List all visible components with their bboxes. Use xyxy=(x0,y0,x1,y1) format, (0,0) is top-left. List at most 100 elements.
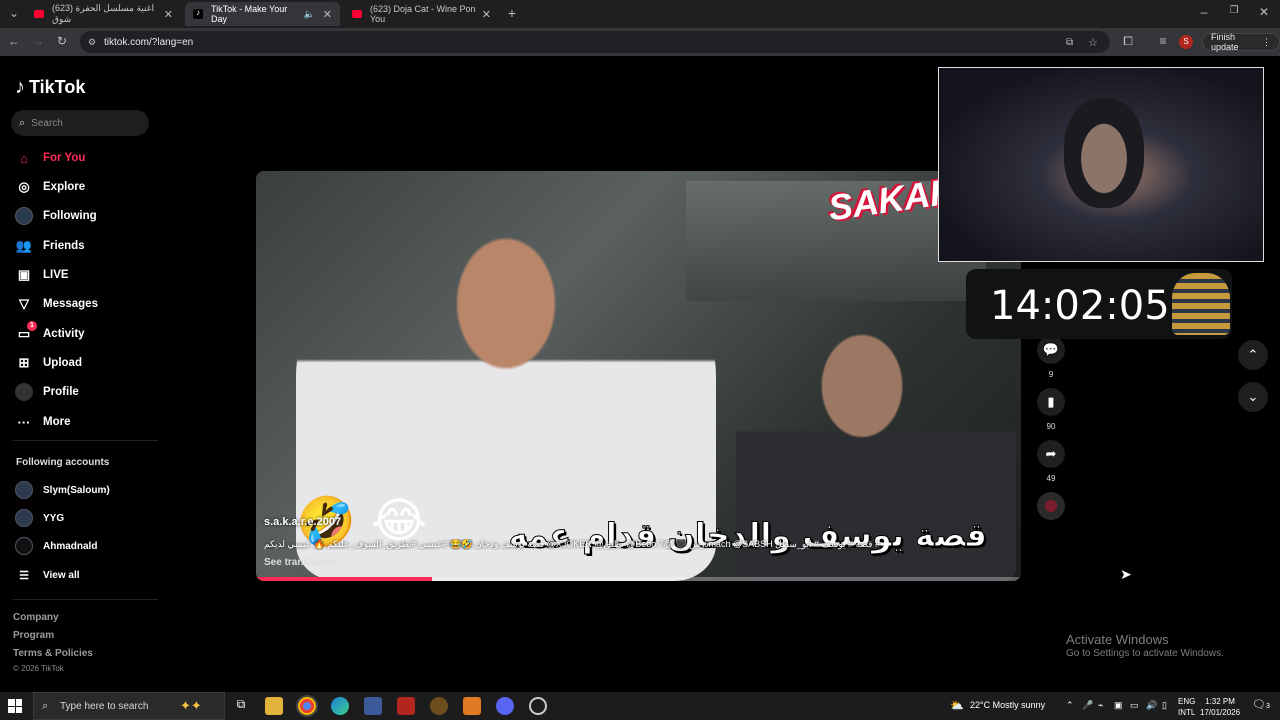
address-bar[interactable]: ⚙ tiktok.com/?lang=en ⧉ ☆ xyxy=(80,31,1110,53)
tiktok-logo[interactable]: ♪ TikTok xyxy=(15,76,85,99)
compass-icon: ◎ xyxy=(18,179,30,194)
nav-following[interactable]: Following xyxy=(15,206,97,226)
nav-profile[interactable]: Profile xyxy=(15,382,79,402)
nav-upload[interactable]: ⊞ Upload xyxy=(15,353,82,373)
avatar xyxy=(15,537,33,555)
notification-icon[interactable]: 🗨3 xyxy=(1252,698,1270,711)
nav-friends[interactable]: 👥 Friends xyxy=(15,236,85,256)
webcam-overlay xyxy=(938,67,1264,262)
video-progress-bar[interactable] xyxy=(256,577,1021,581)
extensions-icon[interactable]: ⧠ xyxy=(1120,34,1136,49)
nav-activity[interactable]: ▭ 1 Activity xyxy=(15,321,85,344)
account-item[interactable]: YYG xyxy=(15,508,64,528)
pharaoh-icon xyxy=(1172,273,1230,335)
app-icon[interactable] xyxy=(430,697,448,715)
nav-explore[interactable]: ◎ Explore xyxy=(15,177,85,197)
battery-icon[interactable]: ▯ xyxy=(1162,700,1167,711)
nav-live[interactable]: ▣ LIVE xyxy=(15,265,69,285)
close-tab-icon[interactable]: ✕ xyxy=(482,8,491,21)
task-view-icon[interactable]: ⧉ xyxy=(232,697,250,715)
obs-icon[interactable] xyxy=(529,697,547,715)
profile-avatar[interactable]: S xyxy=(1179,35,1193,49)
tray-icon[interactable]: ▣ xyxy=(1114,700,1123,711)
chevron-up-icon[interactable]: ⌃ xyxy=(1066,700,1074,711)
more-icon: ··· xyxy=(17,414,31,430)
chrome-icon[interactable] xyxy=(296,695,318,717)
webcam-subject xyxy=(1064,98,1144,208)
friends-icon: 👥 xyxy=(15,238,33,253)
weather-icon[interactable]: ⛅ xyxy=(950,699,964,712)
clock-overlay: 14:02:05 xyxy=(966,269,1232,339)
search-icon: ⌕ xyxy=(42,699,49,712)
close-window-icon[interactable]: ✕ xyxy=(1256,5,1272,19)
media-controls-icon[interactable]: ≡ xyxy=(1155,34,1171,48)
forward-icon[interactable]: → xyxy=(30,34,46,48)
footer-link-terms[interactable]: Terms & Policies xyxy=(13,648,93,659)
close-tab-icon[interactable]: ✕ xyxy=(164,8,173,21)
search-input[interactable]: ⌕ Search xyxy=(11,110,149,136)
nav-messages[interactable]: ▽ Messages xyxy=(15,294,98,314)
reload-icon[interactable]: ↻ xyxy=(54,34,70,48)
clock-date[interactable]: 1:32 PM 17/01/2026 xyxy=(1200,696,1240,718)
account-name: YYG xyxy=(43,512,65,524)
next-video-button[interactable]: ⌄ xyxy=(1238,382,1268,412)
bookmark-star-icon[interactable]: ☆ xyxy=(1088,36,1098,49)
share-icon[interactable]: ➦ xyxy=(1037,440,1065,468)
divider xyxy=(13,440,158,441)
taskbar-search-input[interactable]: ⌕ Type here to search ✦✦ xyxy=(33,692,225,720)
comment-action[interactable]: 💬 9 xyxy=(1037,336,1065,379)
network-icon[interactable]: ⌁ xyxy=(1098,700,1103,711)
weather-text[interactable]: 22°C Mostly sunny xyxy=(970,700,1045,710)
taskbar-search-placeholder: Type here to search xyxy=(60,700,149,712)
account-item[interactable]: Ahmadnald xyxy=(15,536,97,556)
activity-icon: ▭ 1 xyxy=(15,321,37,343)
language-code: ENG xyxy=(1178,697,1196,706)
avatar xyxy=(15,481,33,499)
nav-for-you[interactable]: ⌂ For You xyxy=(15,148,85,168)
nav-more[interactable]: ··· More xyxy=(15,412,71,432)
back-icon[interactable]: ← xyxy=(6,34,22,48)
search-highlight-icon: ✦✦ xyxy=(180,698,202,713)
search-icon: ⌕ xyxy=(19,116,26,129)
save-action[interactable]: ▮ 90 xyxy=(1037,388,1065,431)
share-action[interactable]: ➦ 49 xyxy=(1037,440,1065,483)
account-name: Ahmadnald xyxy=(43,540,98,552)
browser-tab-2[interactable]: ♪ TikTok - Make Your Day 🔈 ✕ xyxy=(185,2,340,26)
tab-search-icon[interactable]: ⌄ xyxy=(6,6,22,20)
music-disc-icon[interactable] xyxy=(1037,492,1065,520)
tray-icon[interactable]: ▭ xyxy=(1130,700,1139,711)
video-player[interactable]: SAKARE 🤣 😂 قصة يوسف والدخان قدام عمه s.a… xyxy=(256,171,1021,581)
nav-label: More xyxy=(43,416,71,428)
comment-icon[interactable]: 💬 xyxy=(1037,336,1065,364)
account-item[interactable]: Slym(Saloum) xyxy=(15,480,110,500)
new-tab-button[interactable]: + xyxy=(504,5,520,21)
restore-icon[interactable]: ❐ xyxy=(1226,5,1242,16)
video-author[interactable]: s.a.k.a.r.e.2007 xyxy=(264,516,341,528)
volume-icon[interactable]: 🔊 xyxy=(1146,700,1157,711)
app-icon[interactable] xyxy=(364,697,382,715)
activity-badge: 1 xyxy=(27,321,37,331)
footer-link-program[interactable]: Program xyxy=(13,630,54,641)
browser-tab-1[interactable]: (623) اغنية مسلسل الحفرة شوق ✕ xyxy=(26,2,181,26)
app-icon[interactable] xyxy=(463,697,481,715)
edge-icon[interactable] xyxy=(331,697,349,715)
app-icon[interactable] xyxy=(397,697,415,715)
footer-link-company[interactable]: Company xyxy=(13,612,59,623)
previous-video-button[interactable]: ⌃ xyxy=(1238,340,1268,370)
install-app-icon[interactable]: ⧉ xyxy=(1066,37,1073,48)
language-indicator[interactable]: ENG INTL xyxy=(1178,696,1195,718)
see-translation-link[interactable]: See translation xyxy=(264,557,336,568)
site-info-icon[interactable]: ⚙ xyxy=(88,37,96,48)
finish-update-button[interactable]: Finish update ⋮ xyxy=(1202,32,1280,52)
microphone-icon[interactable]: 🎤 xyxy=(1082,700,1093,711)
file-explorer-icon[interactable] xyxy=(265,697,283,715)
discord-icon[interactable] xyxy=(496,697,514,715)
browser-tab-3[interactable]: (623) Doja Cat - Wine Pon You ✕ xyxy=(344,2,499,26)
view-all-link[interactable]: ☰ View all xyxy=(15,565,79,585)
close-tab-icon[interactable]: ✕ xyxy=(323,8,332,21)
bookmark-icon[interactable]: ▮ xyxy=(1037,388,1065,416)
windows-start-icon[interactable] xyxy=(8,699,22,713)
speaker-icon[interactable]: 🔈 xyxy=(304,9,315,20)
minimize-icon[interactable]: – xyxy=(1196,5,1212,19)
taskbar-date: 17/01/2026 xyxy=(1200,708,1241,717)
